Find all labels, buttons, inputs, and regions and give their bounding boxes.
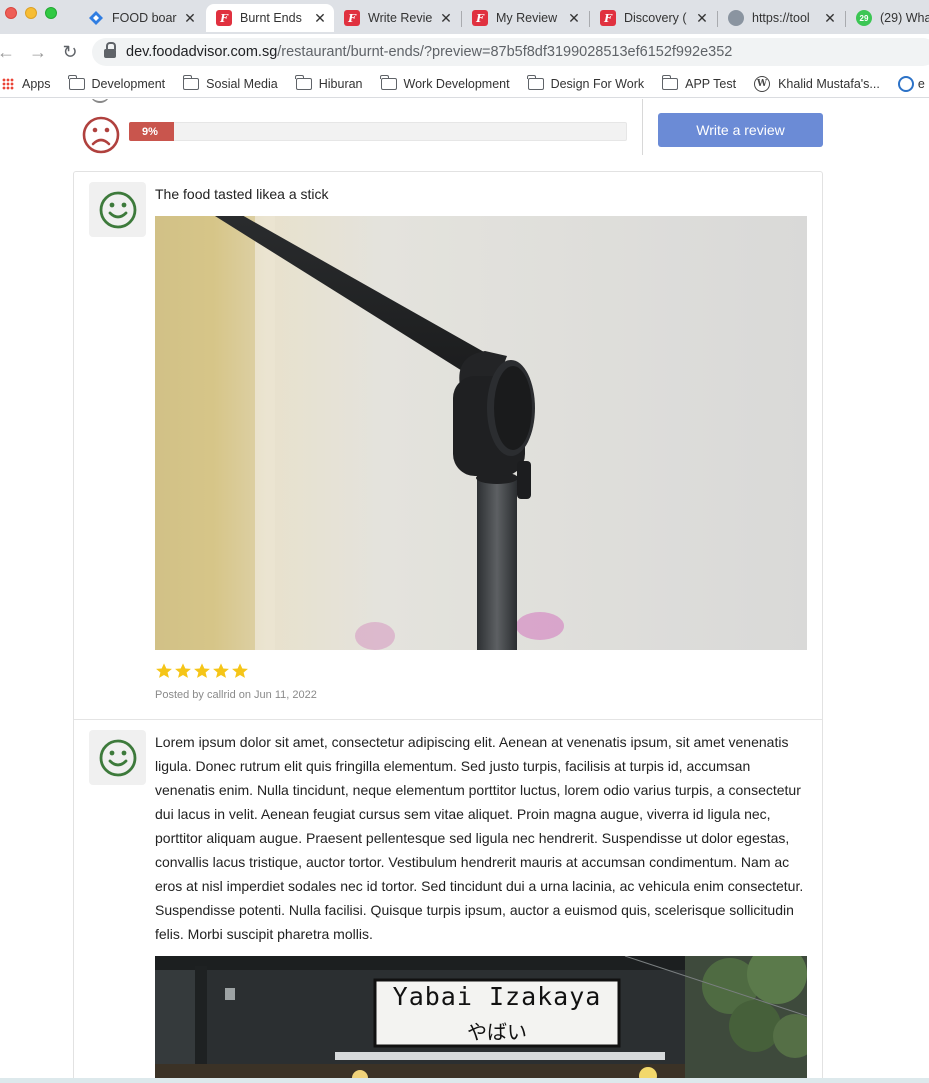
tab-burnt-ends[interactable]: F Burnt Ends ✕ — [206, 4, 334, 32]
happy-face-icon — [99, 191, 136, 228]
bookmark-hiburan[interactable]: Hiburan — [295, 74, 363, 91]
folder-icon — [527, 74, 544, 90]
star-icon — [175, 663, 191, 678]
negative-rating-bar-fill: 9% — [129, 122, 174, 141]
review-text: The food tasted likea a stick — [155, 186, 329, 202]
happy-face-icon — [99, 739, 136, 776]
tab-title: https://tool — [752, 11, 810, 25]
url-path: /restaurant/burnt-ends/?preview=87b5f8df… — [277, 44, 733, 60]
tab-discovery[interactable]: F Discovery ( ✕ — [590, 4, 716, 32]
foodadvisor-icon: F — [600, 10, 616, 26]
reviews-list: The food tasted likea a stick Posted by … — [73, 171, 823, 1083]
star-icon — [213, 663, 229, 678]
foodadvisor-icon: F — [344, 10, 360, 26]
folder-icon — [68, 74, 85, 90]
bookmark-label: Khalid Mustafa's... — [778, 76, 880, 91]
foodadvisor-icon: F — [216, 10, 232, 26]
star-rating — [155, 662, 249, 680]
tab-title: My Review — [496, 11, 558, 25]
sign-text-japanese: やばい — [467, 1020, 527, 1044]
summary-divider — [642, 99, 643, 155]
wordpress-icon: W — [754, 75, 771, 92]
bookmark-label: Development — [91, 76, 166, 91]
bookmark-design-for-work[interactable]: Design For Work — [527, 74, 645, 91]
review-text: Lorem ipsum dolor sit amet, consectetur … — [155, 734, 804, 942]
write-review-button[interactable]: Write a review — [658, 113, 823, 147]
bookmark-work-development[interactable]: Work Development — [380, 74, 510, 91]
bookmark-label: APP Test — [685, 76, 737, 91]
close-tab-icon[interactable]: ✕ — [566, 10, 582, 27]
tab-my-review[interactable]: F My Review ✕ — [462, 4, 588, 32]
status-strip — [0, 1078, 929, 1083]
minimize-window-button[interactable] — [25, 7, 37, 19]
sign-text-latin: Yabai Izakaya — [392, 982, 602, 1011]
sad-face-icon — [82, 116, 120, 154]
close-tab-icon[interactable]: ✕ — [694, 10, 710, 27]
star-icon — [232, 663, 248, 678]
tab-whatsapp[interactable]: 29 (29) Wha — [846, 4, 929, 32]
tab-write-review[interactable]: F Write Revie ✕ — [334, 4, 460, 32]
bookmark-label: Work Development — [403, 76, 510, 91]
happy-face-avatar — [89, 182, 146, 237]
bookmark-app-test[interactable]: APP Test — [661, 74, 737, 91]
tab-tool-url[interactable]: https://tool ✕ — [718, 4, 844, 32]
happy-face-avatar — [89, 730, 146, 785]
page-content: 9% Write a review The food tasted likea … — [0, 99, 929, 1083]
maximize-window-button[interactable] — [45, 7, 57, 19]
star-icon — [156, 663, 172, 678]
neutral-face-icon — [90, 99, 110, 103]
folder-icon — [380, 74, 397, 90]
close-tab-icon[interactable]: ✕ — [822, 10, 838, 27]
bookmark-apps[interactable]: Apps — [0, 77, 51, 91]
jira-diamond-icon — [88, 10, 104, 26]
url-domain: dev.foodadvisor.com.sg — [126, 44, 278, 60]
bookmarks-bar: Apps Development Sosial Media Hiburan Wo… — [0, 70, 929, 98]
review-divider — [74, 719, 822, 720]
bookmark-label: Design For Work — [550, 76, 645, 91]
close-tab-icon[interactable]: ✕ — [182, 10, 198, 27]
lamp-photo — [155, 216, 807, 650]
folder-icon — [661, 74, 679, 90]
tab-title: Discovery ( — [624, 11, 687, 25]
reload-icon[interactable]: ↻ — [60, 42, 80, 62]
negative-rating-percent: 9% — [142, 125, 158, 138]
review-photo[interactable] — [155, 216, 807, 650]
apps-grid-icon — [2, 77, 14, 90]
close-window-button[interactable] — [5, 7, 17, 19]
star-icon — [194, 663, 210, 678]
bookmark-khalid[interactable]: W Khalid Mustafa's... — [754, 75, 880, 92]
tab-food-board[interactable]: FOOD boar ✕ — [78, 4, 204, 32]
bookmark-label: Sosial Media — [206, 76, 278, 91]
bookmark-sosial-media[interactable]: Sosial Media — [182, 74, 278, 91]
bookmark-label: Apps — [22, 76, 51, 91]
back-arrow-icon[interactable]: ← — [0, 42, 16, 62]
folder-icon — [295, 74, 312, 90]
folder-icon — [182, 74, 200, 90]
lock-icon — [104, 42, 116, 58]
browser-tab-bar: FOOD boar ✕ F Burnt Ends ✕ F Write Revie… — [0, 0, 929, 34]
globe-icon — [728, 10, 744, 26]
extension-icon — [897, 75, 914, 92]
forward-arrow-icon[interactable]: → — [28, 42, 48, 62]
tab-title: FOOD boar — [112, 11, 177, 25]
bookmark-label: Hiburan — [318, 76, 363, 91]
close-tab-icon[interactable]: ✕ — [312, 10, 328, 27]
address-bar[interactable]: dev.foodadvisor.com.sg/restaurant/burnt-… — [92, 38, 929, 66]
foodadvisor-icon: F — [472, 10, 488, 26]
close-tab-icon[interactable]: ✕ — [438, 10, 454, 27]
review-photo[interactable]: Yabai Izakaya やばい — [155, 956, 807, 1083]
whatsapp-icon: 29 — [856, 10, 872, 26]
negative-rating-bar-track — [129, 122, 627, 141]
browser-toolbar: ← → ↻ dev.foodadvisor.com.sg/restaurant/… — [0, 34, 929, 70]
tab-title: (29) Wha — [880, 11, 929, 25]
tab-title: Write Revie — [368, 11, 433, 25]
bookmark-extension[interactable]: e — [897, 75, 925, 92]
bookmark-label: e — [917, 76, 925, 91]
bookmark-development[interactable]: Development — [68, 74, 166, 91]
tab-title: Burnt Ends — [240, 11, 302, 25]
review-posted-by: Posted by callrid on Jun 11, 2022 — [155, 689, 317, 701]
